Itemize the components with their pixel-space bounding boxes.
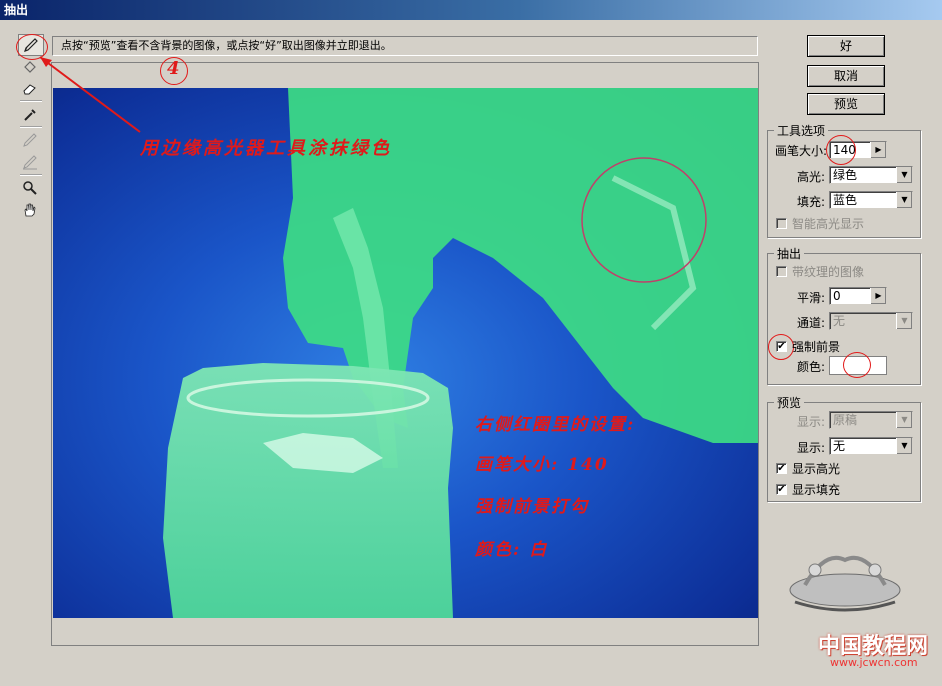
show-background-select[interactable]: 无 ▼ xyxy=(829,437,913,455)
smooth-label: 平滑: xyxy=(797,291,826,305)
textured-image-label: 带纹理的图像 xyxy=(792,265,865,279)
show-background-value: 无 xyxy=(833,439,846,453)
smooth-value: 0 xyxy=(833,289,841,303)
brush-size-annotation: 画笔大小: 140 xyxy=(475,455,609,475)
channel-label: 通道: xyxy=(797,316,826,330)
show-highlight-label: 显示高光 xyxy=(792,462,841,476)
chevron-down-icon[interactable]: ▼ xyxy=(896,313,912,329)
color-red-circle xyxy=(843,352,871,378)
annotation-arrow xyxy=(39,56,141,133)
chevron-down-icon[interactable]: ▼ xyxy=(896,167,912,183)
show-view-label: 显示: xyxy=(797,415,826,429)
instruction-annotation: 用边缘高光器工具涂抹绿色 xyxy=(140,138,392,159)
smart-highlight-label: 智能高光显示 xyxy=(792,217,865,231)
smooth-field[interactable]: 0 ▶ xyxy=(829,287,887,305)
highlight-select[interactable]: 绿色 ▼ xyxy=(829,166,913,184)
step-number: 4 xyxy=(167,58,180,79)
chevron-down-icon[interactable]: ▼ xyxy=(896,438,912,454)
chevron-down-icon[interactable]: ▼ xyxy=(896,192,912,208)
show-fill-checkbox[interactable]: ✔ xyxy=(776,484,787,495)
force-foreground-label: 强制前景 xyxy=(792,340,841,354)
channel-select[interactable]: 无 ▼ xyxy=(829,312,913,330)
tool-options-title: 工具选项 xyxy=(774,122,829,139)
ok-button[interactable]: 好 xyxy=(807,35,885,57)
settings-title-annotation: 右侧红圈里的设置: xyxy=(475,415,636,435)
textured-image-checkbox[interactable] xyxy=(776,266,787,277)
fill-label: 填充: xyxy=(797,195,826,209)
chevron-down-icon[interactable]: ▼ xyxy=(896,412,912,428)
smooth-arrow-icon[interactable]: ▶ xyxy=(870,288,886,304)
show-background-label: 显示: xyxy=(797,441,826,455)
cancel-button[interactable]: 取消 xyxy=(807,65,885,87)
force-fg-red-circle xyxy=(768,334,794,360)
tool-highlight-circle xyxy=(16,34,48,60)
extraction-title: 抽出 xyxy=(774,245,805,262)
show-fill-label: 显示填充 xyxy=(792,483,841,497)
site-logo xyxy=(789,555,901,612)
force-fg-annotation: 强制前景打勾 xyxy=(475,497,589,517)
brush-size-arrow-icon[interactable]: ▶ xyxy=(870,142,886,158)
show-view-select[interactable]: 原稿 ▼ xyxy=(829,411,913,429)
fill-select[interactable]: 蓝色 ▼ xyxy=(829,191,913,209)
watermark-url: www.jcwcn.com xyxy=(830,656,918,669)
brush-size-label: 画笔大小: xyxy=(775,144,828,158)
brush-size-red-circle xyxy=(826,135,856,165)
show-highlight-checkbox[interactable]: ✔ xyxy=(776,463,787,474)
color-label: 颜色: xyxy=(797,360,826,374)
smart-highlight-checkbox[interactable] xyxy=(776,218,787,229)
color-annotation: 颜色: 白 xyxy=(475,540,549,560)
channel-value: 无 xyxy=(833,314,846,328)
preview-title: 预览 xyxy=(774,394,805,411)
highlight-label: 高光: xyxy=(797,170,826,184)
highlight-value: 绿色 xyxy=(833,168,858,182)
fill-value: 蓝色 xyxy=(833,193,858,207)
preview-button[interactable]: 预览 xyxy=(807,93,885,115)
show-view-value: 原稿 xyxy=(833,413,858,427)
